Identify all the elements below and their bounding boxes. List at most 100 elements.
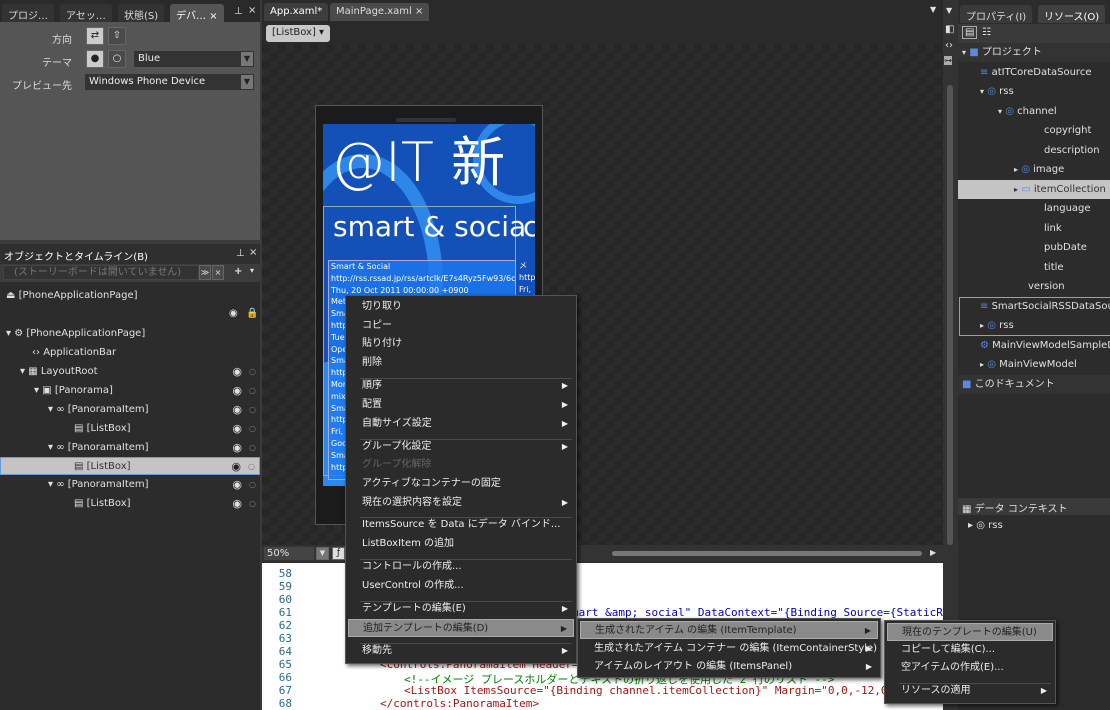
portrait-icon[interactable]: ⇧ [108,27,126,45]
tree-item[interactable]: ▤ [ListBox] ◉ ○ [0,420,260,438]
menu-item[interactable]: 切り取り [348,298,574,316]
tree-item[interactable]: ▾ ⚙ [PhoneApplicationPage] [0,325,260,343]
close-icon[interactable]: × [248,5,256,16]
collapse-icon[interactable]: ▼ [946,6,952,15]
lock-icon[interactable]: 🔒 [246,308,258,319]
xaml-view-icon[interactable]: ‹› [945,40,953,51]
menu-item[interactable]: グループ化解除 [348,456,574,474]
data-tree-item[interactable]: ▸ ◎ MainViewModel [958,355,1110,374]
lock-toggle-icon[interactable]: ○ [249,382,256,400]
dark-theme-icon[interactable]: ● [86,50,104,68]
data-tree-item[interactable]: title [958,258,1110,277]
data-tree-item[interactable]: pubDate [958,238,1110,257]
menu-item[interactable]: 貼り付け [348,335,574,353]
close-icon[interactable]: × [209,11,217,22]
lock-toggle-icon[interactable]: ○ [249,401,256,419]
eye-icon[interactable]: ◉ [232,439,242,457]
data-tree-item[interactable]: version [958,277,1110,296]
tree-item[interactable]: ▤ [ListBox] ◉ ○ [0,495,260,513]
breadcrumb-button[interactable]: [ListBox] ▾ [266,25,331,42]
tab-mainpage-xaml[interactable]: MainPage.xaml × [330,3,430,21]
data-tree-item[interactable]: description [958,141,1110,160]
tab-projects[interactable]: プロジ… [2,4,54,22]
menu-item[interactable]: コピーして編集(C)... [887,641,1053,659]
close-icon[interactable]: × [249,247,257,258]
tree-item[interactable]: ‹› ApplicationBar [0,344,260,362]
menu-item[interactable]: コントロールの作成... [348,558,574,576]
menu-item[interactable]: グループ化設定 ▶ [348,438,574,456]
menu-item[interactable]: 順序 ▶ [348,377,574,395]
menu-item[interactable]: 空アイテムの作成(E)... [887,659,1053,677]
tab-resources[interactable]: リソース(O) [1038,5,1106,23]
menu-item[interactable]: 削除 [348,354,574,372]
vertical-scrollbar[interactable] [947,85,953,545]
eye-icon[interactable]: ◉ [231,458,241,476]
chevron-down-icon[interactable]: ▼ [316,547,329,560]
data-tree-item[interactable]: ■ このドキュメント [958,374,1110,394]
tree-item[interactable]: ▾ ∞ [PanoramaItem] ◉ ○ [0,401,260,419]
lock-toggle-icon[interactable]: ○ [249,420,256,438]
scroll-right-icon[interactable]: ▶ [930,548,936,557]
menu-item[interactable]: 移動先 ▶ [348,642,574,660]
tab-assets[interactable]: アセッ… [60,4,112,22]
eye-icon[interactable]: ◉ [232,363,242,381]
menu-item[interactable]: アクティブなコンテナーの固定 [348,475,574,493]
lock-toggle-icon[interactable]: ○ [249,476,256,494]
menu-item[interactable]: アイテムのレイアウト の編集 (ItemsPanel) ▶ [580,658,878,676]
tree-item-selected[interactable]: ▤ [ListBox] ◉ ○ [0,457,260,475]
data-tree-item[interactable]: copyright [958,121,1110,140]
menu-item[interactable]: 生成されたアイテム コンテナー の編集 (ItemContainerStyle)… [580,640,878,658]
menu-item[interactable]: 現在の選択内容を設定 ▶ [348,494,574,512]
expander-icon[interactable]: ▸ [980,360,984,369]
eye-icon[interactable]: ◉ [232,382,242,400]
menu-item[interactable]: リソースの適用 ▶ [887,682,1053,700]
chevron-down-icon[interactable]: ▾ [250,266,254,275]
expander-icon[interactable]: ▾ [998,107,1002,116]
close-icon[interactable]: × [415,6,423,17]
menu-item[interactable]: ListBoxItem の追加 [348,535,574,553]
accent-color-select[interactable]: Blue ▼ [133,50,255,68]
close-storyboard-icon[interactable]: × [212,265,224,280]
menu-item[interactable]: UserControl の作成... [348,577,574,595]
list-mode-icon[interactable]: ▤ [962,26,978,39]
horizontal-scrollbar[interactable] [612,551,922,556]
tree-item[interactable]: ▾ ▦ LayoutRoot ◉ ○ [0,363,260,381]
data-tree-item[interactable]: ▸ ◎ image [958,160,1110,179]
data-tree-item[interactable]: ▾ ◎ channel [958,102,1110,121]
tab-states[interactable]: 状態(S) [118,4,165,22]
effects-icon[interactable]: ƒ [332,547,345,560]
menu-item[interactable]: テンプレートの編集(E) ▶ [348,600,574,618]
eye-icon[interactable]: ◉ [229,308,238,319]
menu-item[interactable]: ItemsSource を Data にデータ バインド... [348,516,574,534]
storyboard-picker[interactable]: (ストーリーボードは開いていません) [3,265,199,280]
pin-icon[interactable]: ⊥ [234,6,243,17]
split-view-icon[interactable]: ⊶ [944,56,952,65]
menu-item[interactable]: 追加テンプレートの編集(D) ▶ [348,619,574,637]
eye-icon[interactable]: ◉ [232,401,242,419]
menu-item[interactable]: 配置 ▶ [348,396,574,414]
tree-item[interactable]: ▾ ∞ [PanoramaItem] ◉ ○ [0,476,260,494]
expander-icon[interactable]: ▸ [1014,165,1018,174]
menu-item[interactable]: コピー [348,317,574,335]
details-mode-icon[interactable]: ☷ [982,27,991,38]
expander-icon[interactable]: ▸ [1014,185,1018,194]
add-storyboard-icon[interactable]: + [234,266,242,277]
tab-app-xaml[interactable]: App.xaml* [264,3,329,21]
lock-toggle-icon[interactable]: ○ [248,458,255,476]
tree-item[interactable]: ▾ ▣ [Panorama] ◉ ○ [0,382,260,400]
tree-item[interactable]: ▾ ∞ [PanoramaItem] ◉ ○ [0,439,260,457]
eye-icon[interactable]: ◉ [232,495,242,513]
data-tree-item[interactable]: ≡ atITCoreDataSource [958,63,1110,82]
design-view-icon[interactable]: ◧ [945,24,954,35]
data-tree-item[interactable]: ▸ ▭ itemCollection [958,179,1110,199]
data-tree-item[interactable]: ▾ ■ プロジェクト [958,43,1110,62]
landscape-icon[interactable]: ⇄ [86,27,104,45]
tab-device[interactable]: デバ… × [170,4,224,22]
preview-target-select[interactable]: Windows Phone Device ▼ [84,73,255,91]
lock-toggle-icon[interactable]: ○ [249,495,256,513]
data-tree-item[interactable]: ▾ ◎ rss [958,82,1110,101]
menu-item[interactable]: 現在のテンプレートの編集(U) [887,623,1053,641]
tab-properties[interactable]: プロパティ(I) [960,5,1033,23]
data-tree-item[interactable]: link [958,219,1110,238]
expander-icon[interactable]: ▾ [962,48,966,57]
